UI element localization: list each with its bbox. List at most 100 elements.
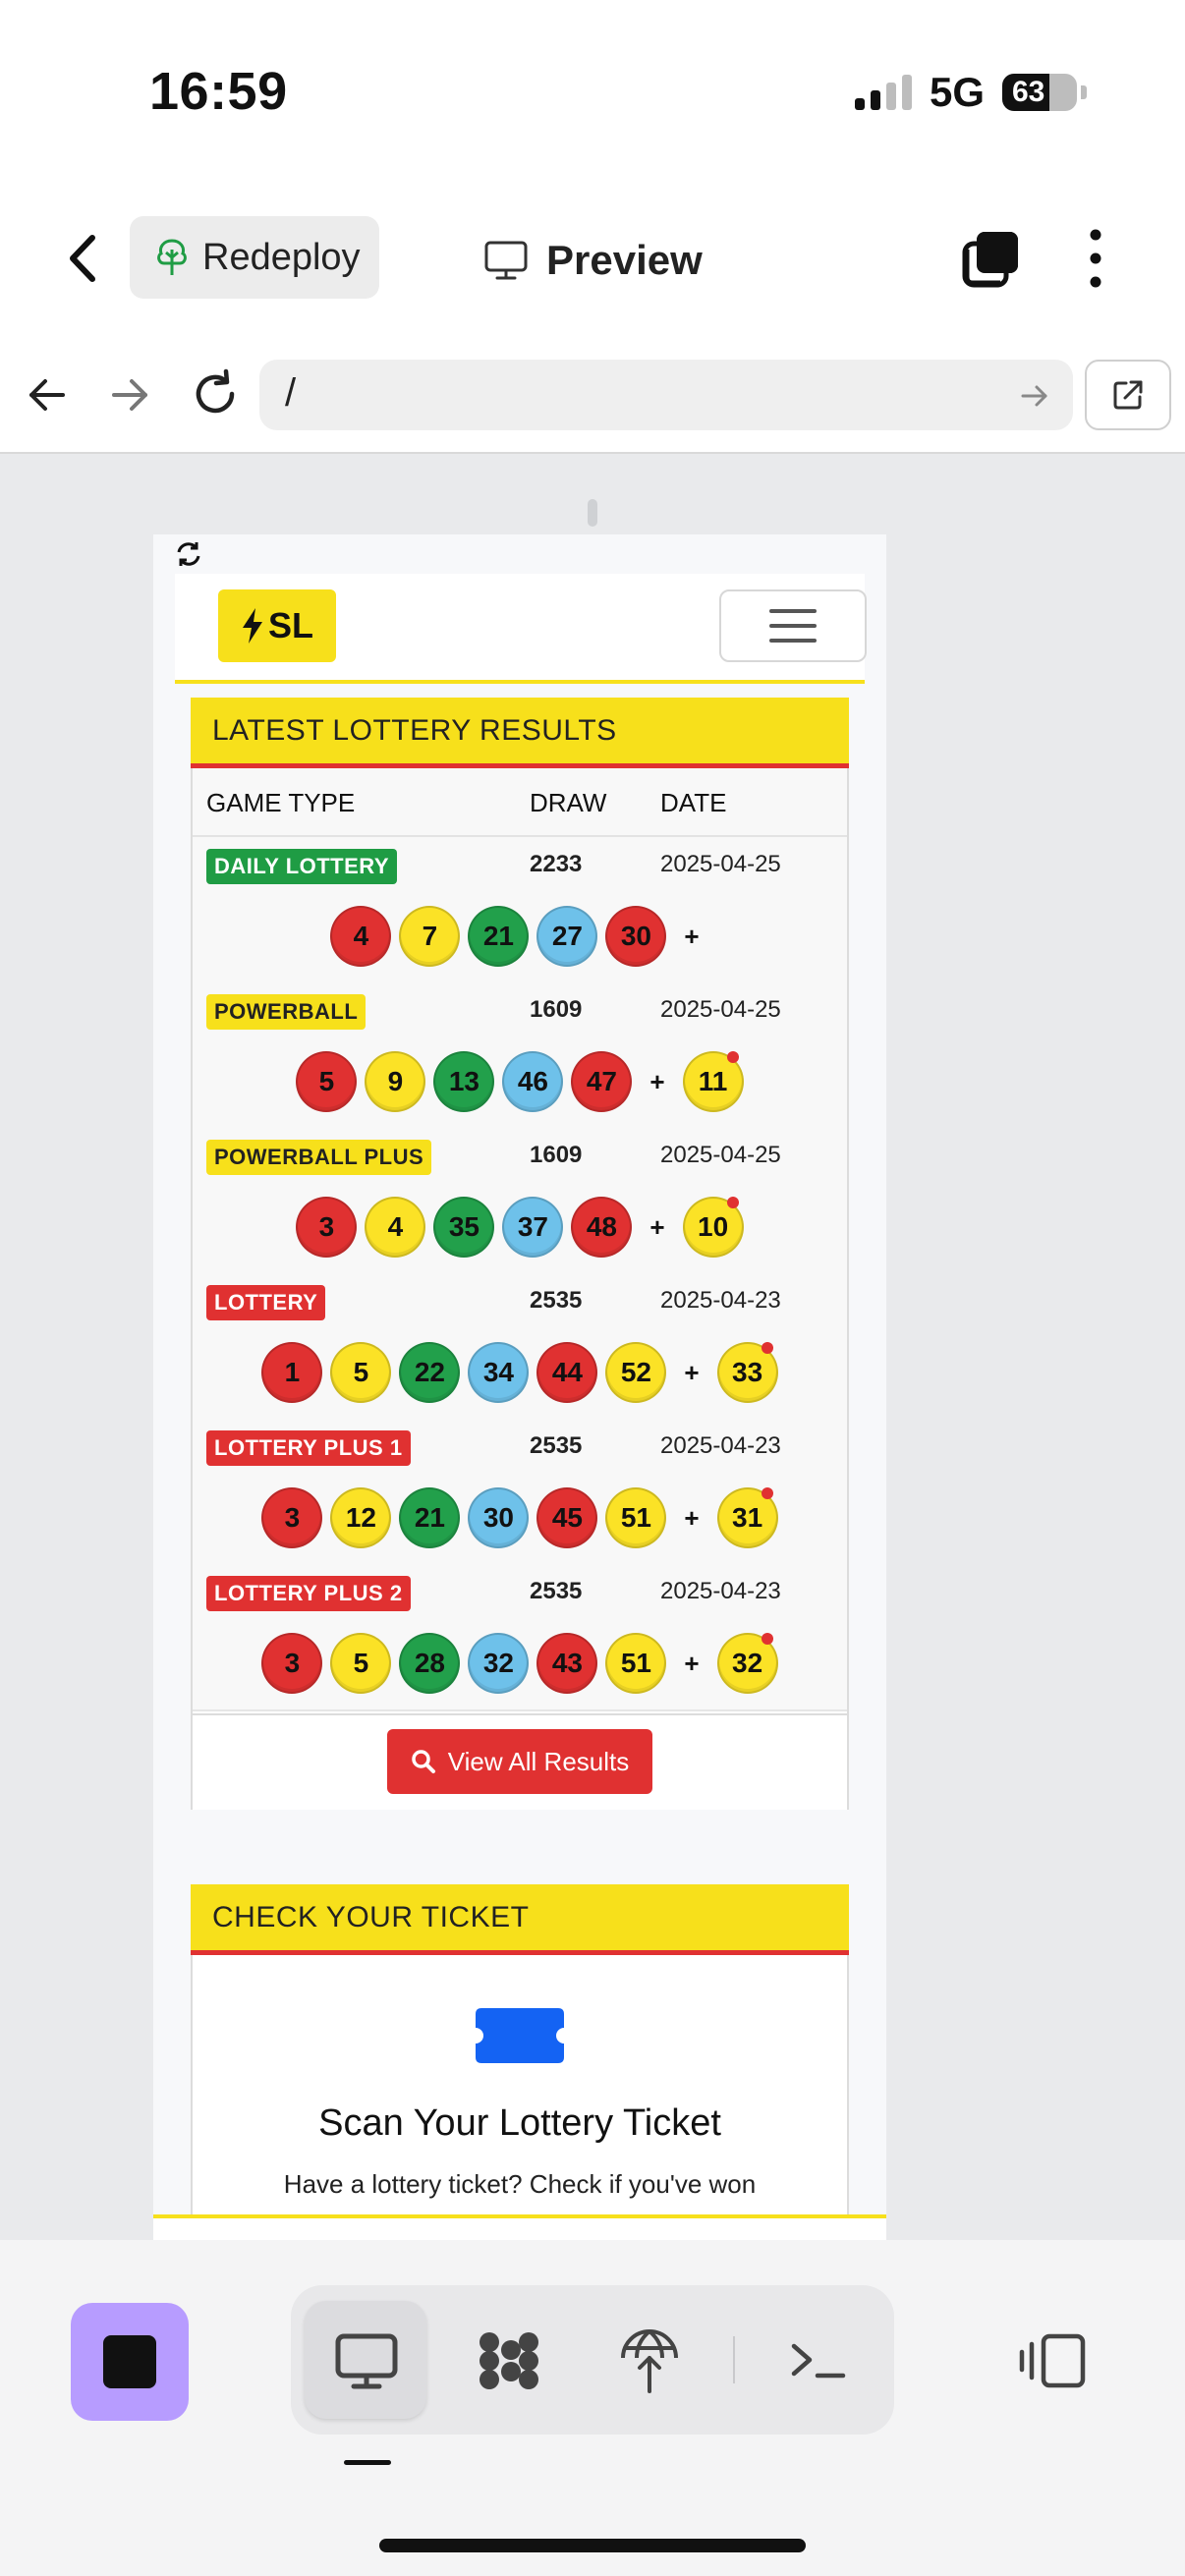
active-view-indicator bbox=[344, 2460, 391, 2465]
draw-number: 1609 bbox=[530, 1142, 583, 1168]
battery-icon: 63 bbox=[1002, 74, 1077, 111]
draw-number: 2535 bbox=[530, 1287, 583, 1314]
plus-sign: + bbox=[684, 1648, 700, 1678]
bonus-ball: 33 bbox=[716, 1342, 778, 1403]
battery-nub bbox=[1081, 85, 1087, 99]
lottery-ball: 9 bbox=[365, 1051, 426, 1112]
bonus-indicator-dot bbox=[726, 1197, 739, 1208]
bonus-indicator-dot bbox=[726, 1051, 739, 1063]
ball-set: 1 5 22 34 44 52 +33 bbox=[193, 1326, 847, 1419]
lottery-ball: 32 bbox=[468, 1633, 530, 1694]
plus-sign: + bbox=[684, 1502, 700, 1533]
deploy-globe-icon[interactable] bbox=[613, 2324, 686, 2397]
lottery-ball: 1 bbox=[261, 1342, 323, 1403]
ticket-icon bbox=[476, 2008, 564, 2063]
more-vertical-icon[interactable] bbox=[1081, 226, 1110, 291]
status-indicators: 5G 63 bbox=[854, 69, 1087, 116]
reload-icon[interactable] bbox=[189, 367, 242, 420]
external-link-icon bbox=[1113, 380, 1143, 410]
menu-line bbox=[769, 624, 817, 628]
draw-number: 1609 bbox=[530, 996, 583, 1023]
lottery-ball: 21 bbox=[399, 1487, 461, 1548]
ticket-card-title: CHECK YOUR TICKET bbox=[212, 1900, 530, 1933]
go-arrow-icon[interactable] bbox=[1018, 379, 1051, 413]
lottery-ball: 45 bbox=[536, 1487, 598, 1548]
bonus-ball: 11 bbox=[682, 1051, 744, 1112]
tree-icon bbox=[157, 239, 187, 275]
lottery-ball: 46 bbox=[502, 1051, 564, 1112]
preview-monitor-icon[interactable] bbox=[330, 2324, 403, 2397]
draw-number: 2535 bbox=[530, 1578, 583, 1604]
view-all-results-button[interactable]: View All Results bbox=[387, 1729, 652, 1794]
preview-title: Preview bbox=[483, 226, 703, 295]
lottery-ball: 28 bbox=[399, 1633, 461, 1694]
lottery-ball: 22 bbox=[399, 1342, 461, 1403]
lottery-ball: 3 bbox=[261, 1633, 323, 1694]
lottery-ball: 30 bbox=[468, 1487, 530, 1548]
arrow-forward-icon[interactable] bbox=[106, 371, 153, 419]
stop-button[interactable] bbox=[71, 2303, 189, 2421]
view-all-label: View All Results bbox=[447, 1746, 630, 1776]
segment-divider bbox=[733, 2336, 735, 2383]
menu-toggle-button[interactable] bbox=[719, 589, 867, 662]
bonus-ball: 31 bbox=[716, 1487, 778, 1548]
network-type: 5G bbox=[929, 69, 985, 115]
draw-date: 2025-04-25 bbox=[660, 996, 781, 1023]
game-type-badge: LOTTERY PLUS 2 bbox=[206, 1576, 411, 1611]
open-external-button[interactable] bbox=[1085, 360, 1171, 430]
stop-icon bbox=[103, 2335, 156, 2388]
draw-date: 2025-04-23 bbox=[660, 1432, 781, 1459]
lottery-ball: 7 bbox=[399, 906, 461, 967]
lottery-ball: 3 bbox=[261, 1487, 323, 1548]
bonus-number: 10 bbox=[698, 1211, 729, 1242]
split-panel-icon[interactable] bbox=[1018, 2324, 1091, 2397]
draw-date: 2025-04-25 bbox=[660, 851, 781, 877]
lottery-ball: 13 bbox=[433, 1051, 495, 1112]
lottery-ball: 3 bbox=[296, 1197, 358, 1258]
status-time: 16:59 bbox=[149, 62, 288, 121]
draw-date: 2025-04-23 bbox=[660, 1287, 781, 1314]
terminal-icon[interactable] bbox=[782, 2324, 855, 2397]
results-card-header: LATEST LOTTERY RESULTS bbox=[191, 698, 849, 768]
lottery-ball: 52 bbox=[605, 1342, 667, 1403]
ball-set: 3 5 28 32 43 51 +32 bbox=[193, 1617, 847, 1709]
bonus-indicator-dot bbox=[761, 1487, 773, 1499]
site-logo[interactable]: SL bbox=[218, 589, 336, 662]
url-input[interactable] bbox=[259, 360, 1073, 430]
column-game-type: GAME TYPE bbox=[206, 788, 356, 817]
bonus-number: 33 bbox=[732, 1357, 763, 1387]
game-type-badge: POWERBALL PLUS bbox=[206, 1140, 432, 1175]
bonus-number: 11 bbox=[698, 1066, 728, 1096]
results-title: LATEST LOTTERY RESULTS bbox=[212, 713, 617, 747]
tabs-icon[interactable] bbox=[961, 228, 1022, 289]
redeploy-label: Redeploy bbox=[202, 236, 361, 278]
menu-line bbox=[769, 639, 817, 643]
workflow-icon[interactable] bbox=[472, 2324, 544, 2397]
column-date: DATE bbox=[660, 788, 727, 817]
draw-date: 2025-04-23 bbox=[660, 1578, 781, 1604]
lottery-ball: 51 bbox=[605, 1633, 667, 1694]
column-draw: DRAW bbox=[530, 788, 607, 817]
logo-text: SL bbox=[267, 605, 313, 645]
plus-sign: + bbox=[684, 1357, 700, 1387]
refresh-icon[interactable] bbox=[175, 540, 202, 568]
plus-sign: + bbox=[649, 1066, 665, 1096]
signal-icon bbox=[854, 75, 912, 110]
lottery-ball: 47 bbox=[571, 1051, 633, 1112]
ticket-heading: Scan Your Lottery Ticket bbox=[318, 2102, 721, 2144]
resize-handle[interactable] bbox=[588, 499, 597, 527]
redeploy-button[interactable]: Redeploy bbox=[130, 216, 379, 299]
lottery-ball: 5 bbox=[330, 1633, 392, 1694]
lottery-ball: 43 bbox=[536, 1633, 598, 1694]
draw-number: 2233 bbox=[530, 851, 583, 877]
game-type-badge: LOTTERY bbox=[206, 1285, 326, 1320]
lottery-ball: 21 bbox=[468, 906, 530, 967]
game-type-badge: DAILY LOTTERY bbox=[206, 849, 398, 884]
lottery-ball: 48 bbox=[571, 1197, 633, 1258]
arrow-back-icon[interactable] bbox=[24, 371, 71, 419]
bonus-indicator-dot bbox=[761, 1633, 773, 1645]
lottery-ball: 5 bbox=[296, 1051, 358, 1112]
bonus-ball: 10 bbox=[682, 1197, 744, 1258]
back-chevron-icon[interactable] bbox=[59, 224, 108, 293]
ball-set: 3 4 35 37 48 +10 bbox=[193, 1181, 847, 1273]
